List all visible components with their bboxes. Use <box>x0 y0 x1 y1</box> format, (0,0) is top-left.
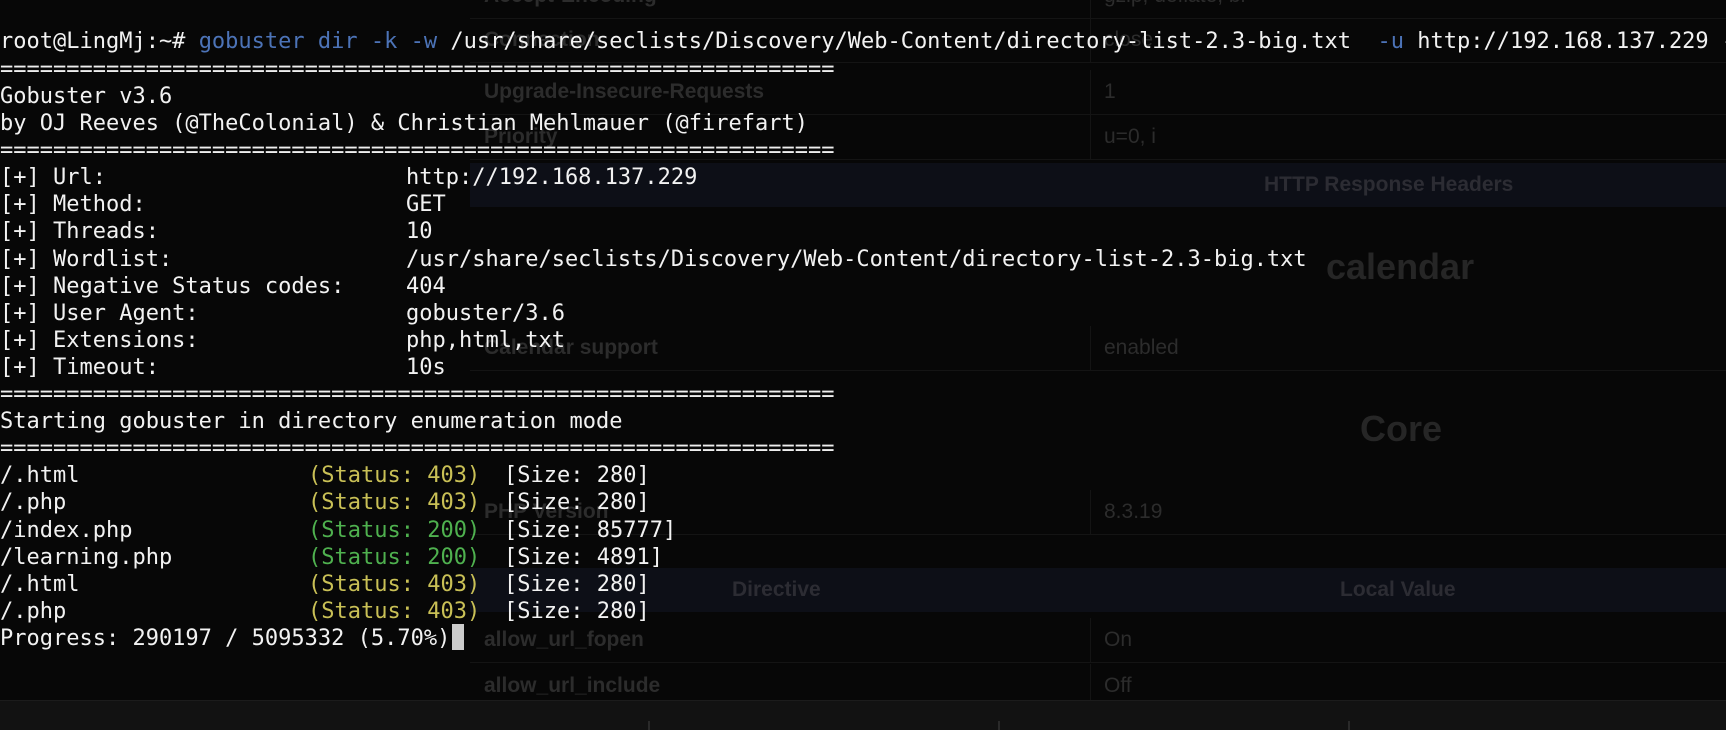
terminal-cursor <box>452 624 465 650</box>
start-message: Starting gobuster in directory enumerati… <box>0 409 623 434</box>
result-row: /.html (Status: 403) [Size: 280] <box>0 570 650 600</box>
result-row: /index.php (Status: 200) [Size: 85777] <box>0 516 676 546</box>
config-value: php,html,txt <box>406 328 565 353</box>
result-size: [Size: 85777] <box>504 518 677 543</box>
bottom-bar-tick <box>998 721 1000 730</box>
result-path: /learning.php <box>0 545 173 570</box>
config-value: 10 <box>406 219 433 244</box>
result-path: /.html <box>0 572 80 597</box>
result-row: /.php (Status: 403) [Size: 280] <box>0 488 650 518</box>
progress-line: Progress: 290197 / 5095332 (5.70%) <box>0 624 465 654</box>
config-label: [+] User Agent: <box>0 301 199 326</box>
config-label: [+] Negative Status codes: <box>0 274 345 299</box>
config-row-url: [+] Url: http://192.168.137.229 <box>0 163 697 193</box>
result-size: [Size: 280] <box>504 490 650 515</box>
bottom-scroll-bar[interactable] <box>0 700 1726 730</box>
result-path: /.html <box>0 463 80 488</box>
terminal-window[interactable]: root@LingMj:~# gobuster dir -k -w /usr/s… <box>0 0 1726 700</box>
result-row: /.html (Status: 403) [Size: 280] <box>0 461 650 491</box>
config-row-user-agent: [+] User Agent: gobuster/3.6 <box>0 299 565 329</box>
progress-text: Progress: 290197 / 5095332 (5.70%) <box>0 626 451 651</box>
command-url: http://192.168.137.229 -x php,html,txt <box>1417 29 1726 54</box>
result-path: /.php <box>0 490 67 515</box>
result-size: [Size: 280] <box>504 599 650 624</box>
config-row-extensions: [+] Extensions: php,html,txt <box>0 326 565 356</box>
config-value: gobuster/3.6 <box>406 301 565 326</box>
config-label: [+] Extensions: <box>0 328 199 353</box>
separator-line: ========================================… <box>0 436 835 461</box>
config-value: GET <box>406 192 446 217</box>
result-status: (Status: 200) <box>308 545 481 570</box>
banner-authors: by OJ Reeves (@TheColonial) & Christian … <box>0 111 808 136</box>
result-status: (Status: 403) <box>308 572 481 597</box>
separator-line: ========================================… <box>0 382 835 407</box>
result-path: /.php <box>0 599 67 624</box>
config-row-threads: [+] Threads: 10 <box>0 217 433 247</box>
bottom-bar-tick <box>1348 721 1350 730</box>
config-value: 10s <box>406 355 446 380</box>
shell-prompt: root@LingMj:~# <box>0 29 186 54</box>
result-status: (Status: 403) <box>308 490 481 515</box>
result-size: [Size: 280] <box>504 572 650 597</box>
result-path: /index.php <box>0 518 133 543</box>
command-wordlist: /usr/share/seclists/Discovery/Web-Conten… <box>450 29 1352 54</box>
config-label: [+] Url: <box>0 165 106 190</box>
bottom-bar-tick <box>648 721 650 730</box>
screen: Accept-Encoding gzip, deflate, br Connec… <box>0 0 1726 730</box>
config-value: 404 <box>406 274 446 299</box>
config-row-negative-status: [+] Negative Status codes: 404 <box>0 272 446 302</box>
separator-line: ========================================… <box>0 57 835 82</box>
command-tool: gobuster dir -k -w <box>198 29 438 54</box>
result-size: [Size: 280] <box>504 463 650 488</box>
config-value: /usr/share/seclists/Discovery/Web-Conten… <box>406 247 1307 272</box>
result-row: /.php (Status: 403) [Size: 280] <box>0 597 650 627</box>
config-label: [+] Timeout: <box>0 355 159 380</box>
config-label: [+] Method: <box>0 192 146 217</box>
result-size: [Size: 4891] <box>504 545 663 570</box>
config-label: [+] Threads: <box>0 219 159 244</box>
result-row: /learning.php (Status: 200) [Size: 4891] <box>0 543 663 573</box>
result-status: (Status: 200) <box>308 518 481 543</box>
command-url-flag: -u <box>1377 29 1405 54</box>
banner-title: Gobuster v3.6 <box>0 84 173 109</box>
config-row-wordlist: [+] Wordlist: /usr/share/seclists/Discove… <box>0 245 1307 275</box>
result-status: (Status: 403) <box>308 599 481 624</box>
config-value: http://192.168.137.229 <box>406 165 698 190</box>
config-row-timeout: [+] Timeout: 10s <box>0 353 446 383</box>
result-status: (Status: 403) <box>308 463 481 488</box>
command-line: root@LingMj:~# gobuster dir -k -w /usr/s… <box>0 27 1726 57</box>
config-row-method: [+] Method: GET <box>0 190 446 220</box>
config-label: [+] Wordlist: <box>0 247 173 272</box>
separator-line: ========================================… <box>0 138 835 163</box>
